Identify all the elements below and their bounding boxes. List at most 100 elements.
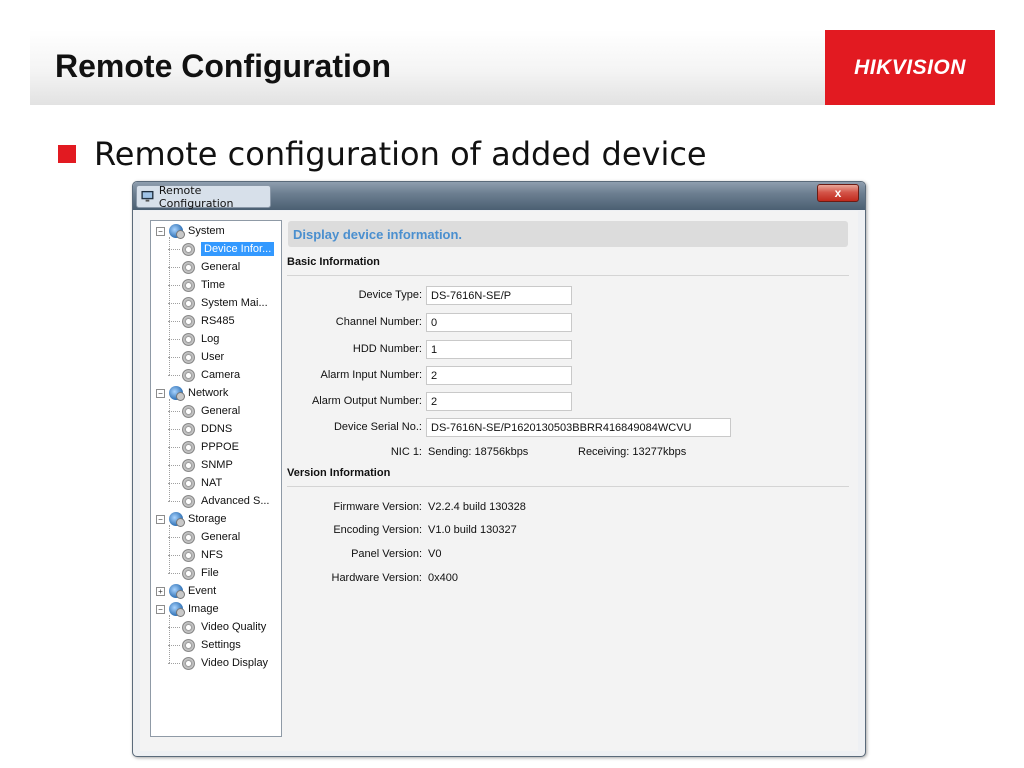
firmware-version-value: V2.2.4 build 130328 — [428, 501, 526, 513]
tree-label: Video Quality — [201, 621, 267, 633]
tree-label: Camera — [201, 369, 241, 381]
tree-connector — [168, 573, 180, 574]
tree-guide-line — [169, 615, 170, 663]
serial-number-label: Device Serial No.: — [333, 421, 422, 433]
tree-item-log[interactable]: Log — [168, 330, 220, 348]
nic-label: NIC 1: — [390, 446, 422, 458]
tree-node-network[interactable]: − Network — [156, 384, 228, 402]
globe-gear-icon — [169, 602, 185, 617]
encoding-version-value: V1.0 build 130327 — [428, 524, 517, 536]
tree-label: File — [201, 567, 219, 579]
gear-icon — [182, 620, 195, 634]
tree-item-video-quality[interactable]: Video Quality — [168, 618, 267, 636]
gear-icon — [182, 638, 195, 652]
tree-label: Device Infor... — [201, 242, 275, 256]
gear-icon — [182, 476, 195, 490]
hardware-version-value: 0x400 — [428, 572, 458, 584]
collapse-icon[interactable]: − — [156, 388, 165, 398]
collapse-icon[interactable]: − — [156, 226, 165, 236]
tree-item-snmp[interactable]: SNMP — [168, 456, 233, 474]
bullet-text: Remote configuration of added device — [94, 135, 707, 173]
bullet-square-icon — [58, 145, 76, 163]
channel-number-label: Channel Number: — [335, 316, 422, 328]
tree-label: Log — [201, 333, 220, 345]
device-type-field[interactable]: DS-7616N-SE/P — [426, 286, 572, 305]
tree-label: Settings — [201, 639, 241, 651]
tree-item-nfs[interactable]: NFS — [168, 546, 223, 564]
panel-version-value: V0 — [428, 548, 442, 560]
globe-gear-icon — [169, 584, 185, 599]
tree-label: General — [201, 405, 241, 417]
tree-node-event[interactable]: + Event — [156, 582, 216, 600]
window-title-tab[interactable]: Remote Configuration — [136, 183, 271, 210]
tree-item-settings[interactable]: Settings — [168, 636, 241, 654]
globe-gear-icon — [169, 224, 185, 239]
tree-label: NAT — [201, 477, 223, 489]
tree-connector — [168, 501, 180, 502]
tree-item-pppoe[interactable]: PPPOE — [168, 438, 239, 456]
tree-item-general[interactable]: General — [168, 528, 241, 546]
tree-item-device-infor-[interactable]: Device Infor... — [168, 240, 275, 258]
alarm-input-field[interactable]: 2 — [426, 366, 572, 385]
tree-label: General — [201, 531, 241, 543]
hdd-number-field[interactable]: 1 — [426, 340, 572, 359]
gear-icon — [182, 422, 195, 436]
expand-icon[interactable]: + — [156, 586, 165, 596]
gear-icon — [182, 350, 195, 364]
tree-node-storage[interactable]: − Storage — [156, 510, 227, 528]
panel-header: Display device information. — [288, 221, 848, 247]
tree-label: DDNS — [201, 423, 233, 435]
channel-number-field[interactable]: 0 — [426, 313, 572, 332]
collapse-icon[interactable]: − — [156, 604, 165, 614]
tree-label: PPPOE — [201, 441, 239, 453]
gear-icon — [182, 530, 195, 544]
gear-icon — [182, 314, 195, 328]
window-titlebar[interactable]: Remote Configuration x — [133, 182, 865, 210]
tree-label: System Mai... — [201, 297, 268, 309]
tree-label: SNMP — [201, 459, 233, 471]
gear-icon — [182, 494, 195, 508]
tree-item-ddns[interactable]: DDNS — [168, 420, 233, 438]
tree-label: General — [201, 261, 241, 273]
gear-icon — [182, 440, 195, 454]
tree-label: NFS — [201, 549, 223, 561]
globe-gear-icon — [169, 386, 185, 401]
close-button[interactable]: x — [817, 184, 859, 202]
tree-label: Image — [188, 603, 219, 615]
tree-guide-line — [169, 237, 170, 375]
alarm-output-label: Alarm Output Number: — [311, 395, 422, 407]
hdd-number-label: HDD Number: — [352, 343, 422, 355]
slide-header: Remote Configuration — [30, 30, 825, 105]
window-title: Remote Configuration — [158, 183, 234, 210]
window-client-area: − System Device Infor... General Time System … — [140, 211, 858, 751]
basic-info-title: Basic Information — [287, 256, 380, 268]
tree-item-nat[interactable]: NAT — [168, 474, 223, 492]
tree-item-advanced-s-[interactable]: Advanced S... — [168, 492, 270, 510]
tree-item-camera[interactable]: Camera — [168, 366, 241, 384]
tree-label: Network — [188, 387, 229, 399]
alarm-output-field[interactable]: 2 — [426, 392, 572, 411]
gear-icon — [182, 332, 195, 346]
gear-icon — [182, 404, 195, 418]
gear-icon — [182, 242, 195, 256]
tree-item-general[interactable]: General — [168, 258, 241, 276]
tree-item-user[interactable]: User — [168, 348, 224, 366]
serial-number-field[interactable]: DS-7616N-SE/P1620130503BBRR416849084WCVU — [426, 418, 731, 437]
tree-node-image[interactable]: − Image — [156, 600, 219, 618]
slide-title: Remote Configuration — [55, 48, 391, 84]
tree-label: System — [188, 225, 225, 237]
tree-item-system-mai-[interactable]: System Mai... — [168, 294, 268, 312]
collapse-icon[interactable]: − — [156, 514, 165, 524]
globe-gear-icon — [169, 512, 185, 527]
tree-label: RS485 — [201, 315, 235, 327]
gear-icon — [182, 296, 195, 310]
tree-item-general[interactable]: General — [168, 402, 241, 420]
tree-label: Time — [201, 279, 226, 291]
tree-item-file[interactable]: File — [168, 564, 219, 582]
tree-item-time[interactable]: Time — [168, 276, 226, 294]
panel-version-label: Panel Version: — [351, 548, 422, 560]
tree-node-system[interactable]: − System — [156, 222, 225, 240]
tree-item-rs485[interactable]: RS485 — [168, 312, 235, 330]
tree-item-video-display[interactable]: Video Display — [168, 654, 268, 672]
hikvision-logo: HIKVISION — [825, 30, 995, 105]
